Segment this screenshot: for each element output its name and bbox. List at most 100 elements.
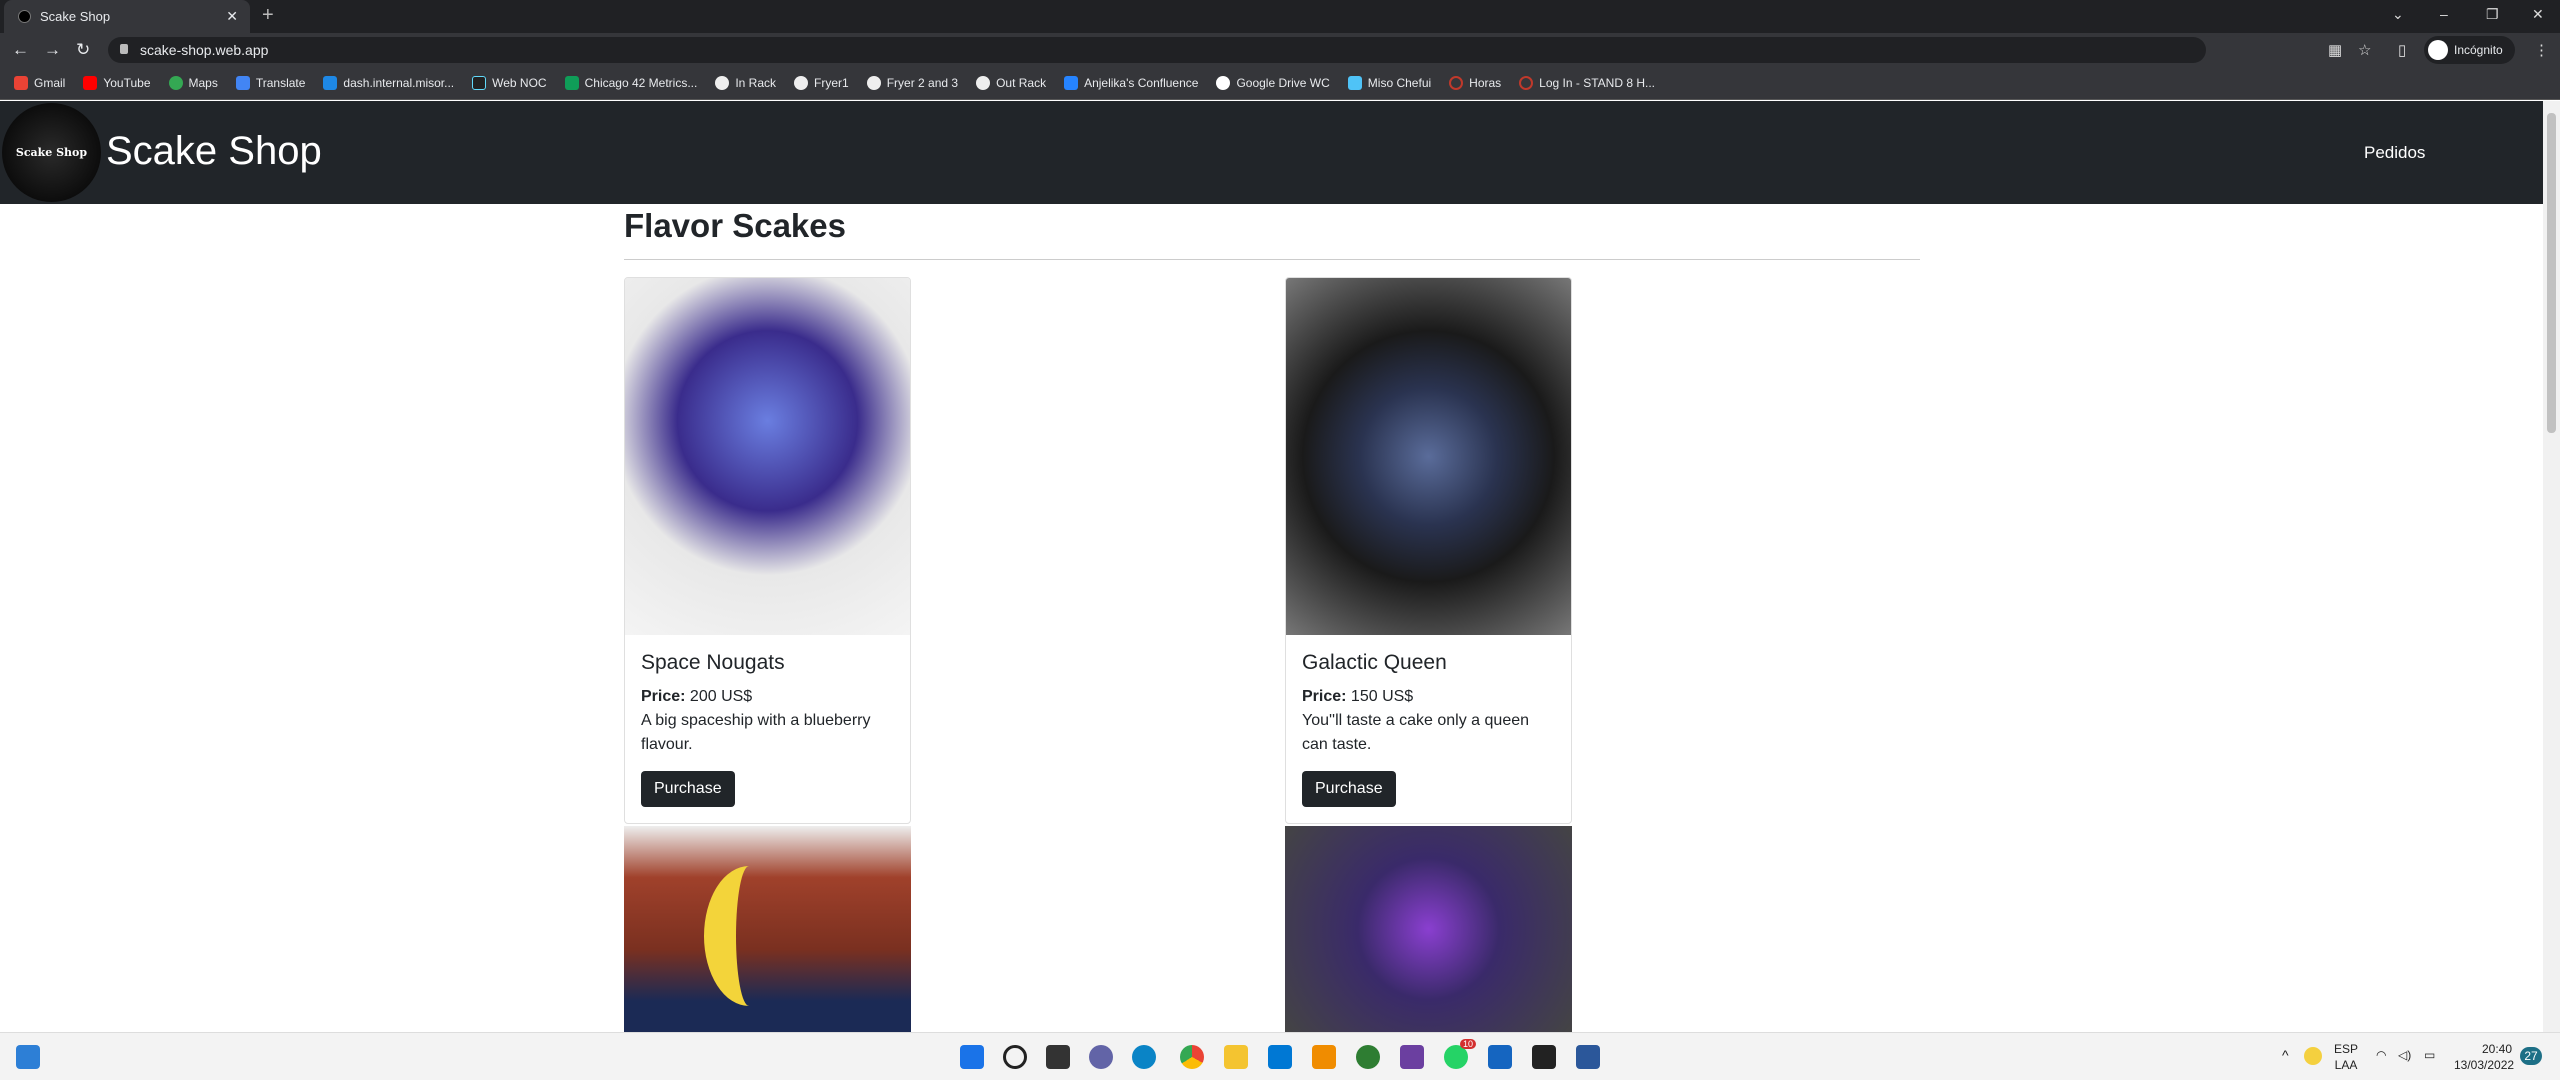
bookmark-label: Miso Chefui: [1367, 76, 1432, 90]
bookmark[interactable]: Fryer1: [794, 76, 849, 90]
bookmark[interactable]: Gmail: [14, 76, 65, 90]
moon-decoration: [704, 866, 794, 1006]
translate-icon: [235, 76, 250, 90]
side-panel-icon[interactable]: ▯: [2398, 41, 2406, 59]
bookmark-label: Chicago 42 Metrics...: [584, 76, 698, 90]
circle-icon: [1519, 76, 1534, 90]
scrollbar[interactable]: [2543, 101, 2560, 1032]
bookmark-label: dash.internal.misor...: [343, 76, 455, 90]
price-label: Price:: [641, 688, 686, 705]
bookmark[interactable]: Out Rack: [976, 76, 1046, 90]
minimize-button[interactable]: –: [2440, 6, 2448, 22]
product-image: [1286, 278, 1571, 635]
bookmark[interactable]: Web NOC: [472, 76, 547, 90]
bookmark[interactable]: Log In - STAND 8 H...: [1519, 76, 1655, 90]
incognito-icon: [2428, 40, 2448, 60]
time: 20:40: [2481, 1042, 2512, 1056]
outlook-icon[interactable]: [1488, 1045, 1512, 1069]
bookmark-label: Translate: [255, 76, 306, 90]
circle-icon: [1449, 76, 1464, 90]
price-value: 150 US$: [1350, 688, 1414, 705]
search-icon[interactable]: [1003, 1045, 1027, 1069]
google-icon: [1216, 76, 1231, 90]
bookmark[interactable]: Horas: [1449, 76, 1501, 90]
bookmark-label: Fryer 2 and 3: [886, 76, 959, 90]
globe-icon: [976, 76, 991, 90]
tab-title: Scake Shop: [40, 9, 111, 24]
language-indicator[interactable]: ESP LAA: [2334, 1041, 2358, 1073]
dashboard-icon: [323, 76, 338, 90]
price-label: Price:: [1302, 688, 1347, 705]
whatsapp-icon[interactable]: 10: [1444, 1039, 1476, 1069]
app-icon[interactable]: [1356, 1045, 1380, 1069]
app-icon[interactable]: [1400, 1045, 1424, 1069]
react-icon: [1347, 76, 1362, 90]
bookmark[interactable]: Google Drive WC: [1216, 76, 1330, 90]
word-icon[interactable]: [1576, 1045, 1600, 1069]
sheets-icon: [564, 76, 579, 90]
tray-chevron-icon[interactable]: ^: [2282, 1047, 2289, 1063]
battery-icon[interactable]: ▭: [2424, 1047, 2435, 1063]
profile-button[interactable]: Incógnito: [2424, 36, 2515, 64]
restore-button[interactable]: ❐: [2486, 6, 2499, 23]
favicon-icon: [18, 10, 31, 23]
address-bar[interactable]: scake-shop.web.app: [108, 37, 2206, 63]
lang-code: ESP: [2334, 1042, 2359, 1056]
product-image: [624, 826, 911, 1032]
close-window-button[interactable]: ✕: [2532, 6, 2544, 23]
bookmark[interactable]: In Rack: [715, 76, 776, 90]
browser-toolbar: ← → ↻ scake-shop.web.app ▦ ☆ ▯ Incógnito…: [0, 33, 2560, 67]
bookmark[interactable]: Miso Chefui: [1347, 76, 1432, 90]
new-tab-button[interactable]: +: [262, 4, 274, 27]
product-price: Price: 150 US$: [1302, 685, 1555, 709]
chrome-icon[interactable]: [1180, 1045, 1204, 1069]
widgets-icon[interactable]: [16, 1045, 40, 1069]
task-view-icon[interactable]: [1046, 1045, 1070, 1069]
bookmark[interactable]: Fryer 2 and 3: [866, 76, 959, 90]
start-icon[interactable]: [960, 1045, 984, 1069]
vscode-icon[interactable]: [1268, 1045, 1292, 1069]
wifi-icon[interactable]: ◠: [2376, 1047, 2386, 1063]
forward-icon[interactable]: →: [44, 40, 61, 60]
menu-icon[interactable]: ⋮: [2534, 41, 2549, 59]
bookmark-label: Fryer1: [814, 76, 849, 90]
lang-layout: LAA: [2334, 1058, 2358, 1072]
brand-title[interactable]: Scake Shop: [106, 129, 322, 174]
bookmark[interactable]: dash.internal.misor...: [323, 76, 454, 90]
bookmark-star-icon[interactable]: ☆: [2358, 41, 2371, 59]
reload-icon[interactable]: ↻: [76, 40, 90, 60]
close-tab-icon[interactable]: ✕: [226, 8, 238, 25]
react-icon: [472, 76, 487, 90]
purchase-button[interactable]: Purchase: [641, 771, 735, 807]
tray-app-icon[interactable]: [2304, 1047, 2322, 1065]
maps-icon: [168, 76, 183, 90]
bookmark[interactable]: Maps: [168, 76, 218, 90]
product-description: You''ll taste a cake only a queen can ta…: [1302, 712, 1530, 753]
volume-icon[interactable]: ◁): [2398, 1047, 2411, 1063]
purchase-button[interactable]: Purchase: [1302, 771, 1396, 807]
gmail-icon: [14, 76, 28, 90]
terminal-icon[interactable]: [1532, 1045, 1556, 1069]
tab-search-icon[interactable]: ⌄: [2392, 6, 2404, 23]
scrollbar-thumb[interactable]: [2547, 113, 2556, 433]
back-icon[interactable]: ←: [12, 40, 29, 60]
notification-badge[interactable]: 27: [2520, 1047, 2542, 1065]
nav-orders-link[interactable]: Pedidos: [2364, 143, 2425, 163]
vlc-icon[interactable]: [1312, 1045, 1336, 1069]
edge-icon[interactable]: [1132, 1045, 1156, 1069]
qr-icon[interactable]: ▦: [2328, 41, 2342, 59]
logo[interactable]: Scake Shop: [2, 103, 101, 202]
clock[interactable]: 20:40 13/03/2022: [2454, 1041, 2514, 1073]
bookmark-label: Anjelika's Confluence: [1084, 76, 1199, 90]
site-navbar: Scake Shop Scake Shop Pedidos: [0, 101, 2543, 204]
product-card: Galactic Queen Price: 150 US$ You''ll ta…: [1285, 277, 1572, 824]
product-card: Space Nougats Price: 200 US$ A big space…: [624, 277, 911, 824]
bookmark[interactable]: Translate: [235, 76, 306, 90]
file-explorer-icon[interactable]: [1224, 1045, 1248, 1069]
bookmark[interactable]: Chicago 42 Metrics...: [564, 76, 698, 90]
teams-icon[interactable]: [1089, 1045, 1113, 1069]
bookmark[interactable]: Anjelika's Confluence: [1064, 76, 1198, 90]
product-name: Space Nougats: [641, 651, 785, 674]
bookmark[interactable]: YouTube: [83, 76, 151, 90]
tab-scake-shop[interactable]: Scake Shop ✕: [4, 0, 250, 33]
